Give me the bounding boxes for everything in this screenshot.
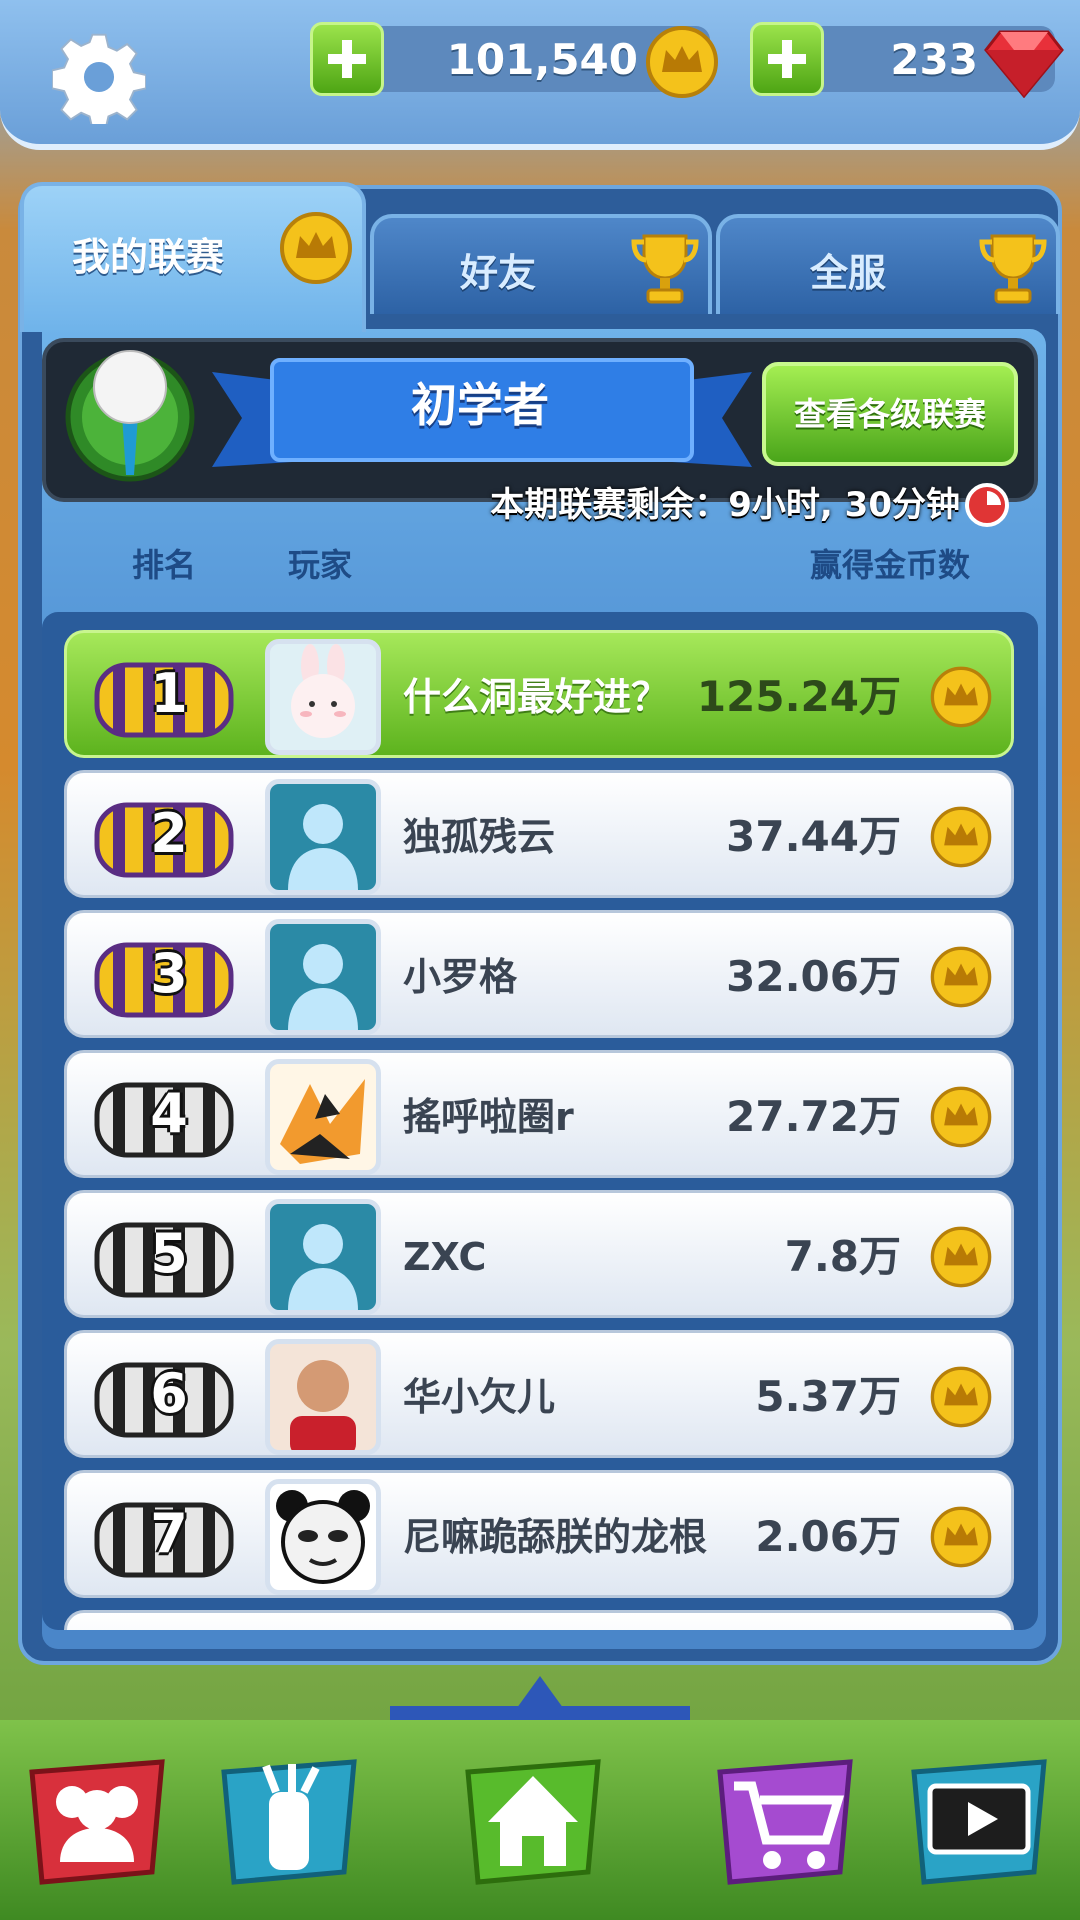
leaderboard-row[interactable]: 5 ZXC 7.8万 bbox=[64, 1190, 1014, 1318]
player-score: 5.37万 bbox=[755, 1372, 901, 1421]
crown-coin-icon bbox=[930, 946, 992, 1008]
tab-label: 好友 bbox=[460, 251, 537, 295]
crown-coin-icon bbox=[646, 26, 718, 98]
player-name: 尼嘛跪舔朕的龙根 bbox=[403, 1515, 708, 1559]
leaderboard-row[interactable]: 7 尼嘛跪舔朕的龙根 2.06万 bbox=[64, 1470, 1014, 1598]
player-name: 独孤残云 bbox=[403, 815, 556, 859]
column-header-player: 玩家 bbox=[288, 546, 353, 584]
video-icon[interactable] bbox=[904, 1742, 1054, 1902]
photo-avatar-icon bbox=[290, 1360, 356, 1450]
leaderboard-row[interactable]: 1 什么洞最好进？ 125.24万 bbox=[64, 630, 1014, 758]
rank-number: 3 bbox=[150, 942, 188, 1005]
avatar[interactable] bbox=[265, 1059, 381, 1175]
leaderboard-row[interactable]: 6 华小欠儿 5.37万 bbox=[64, 1330, 1014, 1458]
player-score: 37.44万 bbox=[726, 812, 901, 861]
avatar[interactable] bbox=[265, 639, 381, 755]
avatar[interactable] bbox=[265, 779, 381, 895]
trophy-icon bbox=[979, 234, 1047, 304]
gems-value: 233 bbox=[890, 35, 978, 84]
default-avatar-icon bbox=[288, 804, 358, 890]
column-header-coins: 赢得金币数 bbox=[810, 546, 971, 584]
plus-icon bbox=[328, 40, 366, 78]
tab-label: 我的联赛 bbox=[72, 235, 225, 279]
player-name: 搖呼啦圈r bbox=[403, 1095, 574, 1139]
player-name: 华小欠儿 bbox=[403, 1375, 556, 1419]
leaderboard-list[interactable]: 1 什么洞最好进？ 125.24万 2 独孤残云 37.44万 3 小罗格 32… bbox=[42, 612, 1038, 1630]
tab-my-league[interactable]: 我的联赛 bbox=[20, 182, 366, 332]
crown-coin-icon bbox=[930, 1086, 992, 1148]
default-avatar-icon bbox=[288, 1224, 358, 1310]
player-name: 小罗格 bbox=[403, 955, 518, 999]
rank-number: 1 bbox=[150, 662, 188, 725]
crown-coin-icon bbox=[930, 666, 992, 728]
column-header-rank: 排名 bbox=[132, 546, 197, 584]
avatar[interactable] bbox=[265, 1199, 381, 1315]
avatar[interactable] bbox=[265, 1479, 381, 1595]
player-name: 什么洞最好进？ bbox=[403, 675, 670, 719]
avatar[interactable] bbox=[265, 1339, 381, 1455]
default-avatar-icon bbox=[288, 944, 358, 1030]
add-coins-button[interactable] bbox=[310, 22, 384, 96]
player-score: 7.8万 bbox=[784, 1232, 901, 1281]
crown-coin-icon bbox=[280, 212, 352, 284]
settings-gear-icon[interactable] bbox=[52, 30, 146, 124]
leaderboard-row-partial[interactable] bbox=[64, 1610, 1014, 1630]
rank-number: 6 bbox=[150, 1362, 188, 1425]
leaderboard-row[interactable]: 4 搖呼啦圈r 27.72万 bbox=[64, 1050, 1014, 1178]
player-score: 32.06万 bbox=[726, 952, 901, 1001]
view-leagues-button[interactable]: 查看各级联赛 bbox=[762, 362, 1018, 466]
tab-friends[interactable]: 好友 bbox=[370, 214, 712, 314]
nav-selected-indicator bbox=[514, 1676, 566, 1712]
rank-number: 2 bbox=[150, 802, 188, 865]
golf-bag-icon[interactable] bbox=[214, 1742, 364, 1902]
home-icon[interactable] bbox=[458, 1742, 608, 1902]
crown-coin-icon bbox=[930, 1366, 992, 1428]
team-icon[interactable] bbox=[22, 1742, 172, 1902]
player-name: ZXC bbox=[403, 1235, 487, 1279]
golf-ball-tee-icon bbox=[65, 350, 195, 482]
avatar[interactable] bbox=[265, 919, 381, 1035]
rank-number: 4 bbox=[150, 1082, 188, 1145]
plus-icon bbox=[768, 40, 806, 78]
anime-avatar-icon bbox=[280, 1079, 365, 1164]
league-countdown: 本期联赛剩余：9小时, 30分钟 bbox=[490, 485, 960, 525]
panda-avatar-icon bbox=[276, 1490, 370, 1584]
leaderboard-row[interactable]: 3 小罗格 32.06万 bbox=[64, 910, 1014, 1038]
tab-label: 全服 bbox=[810, 251, 887, 295]
coins-value: 101,540 bbox=[446, 35, 638, 84]
leaderboard-row[interactable]: 2 独孤残云 37.44万 bbox=[64, 770, 1014, 898]
shop-cart-icon[interactable] bbox=[710, 1742, 860, 1902]
player-score: 2.06万 bbox=[755, 1512, 901, 1561]
player-score: 27.72万 bbox=[726, 1092, 901, 1141]
rank-number: 7 bbox=[150, 1502, 188, 1565]
bunny-avatar-icon bbox=[291, 644, 355, 738]
ruby-gem-icon bbox=[984, 30, 1064, 98]
crown-coin-icon bbox=[930, 1226, 992, 1288]
player-score: 125.24万 bbox=[696, 672, 901, 721]
trophy-icon bbox=[631, 234, 699, 304]
league-title: 初学者 bbox=[411, 378, 549, 432]
tab-server[interactable]: 全服 bbox=[716, 214, 1060, 314]
crown-coin-icon bbox=[930, 806, 992, 868]
rank-number: 5 bbox=[150, 1222, 188, 1285]
crown-coin-icon bbox=[930, 1506, 992, 1568]
add-gems-button[interactable] bbox=[750, 22, 824, 96]
clock-icon bbox=[965, 483, 1009, 527]
